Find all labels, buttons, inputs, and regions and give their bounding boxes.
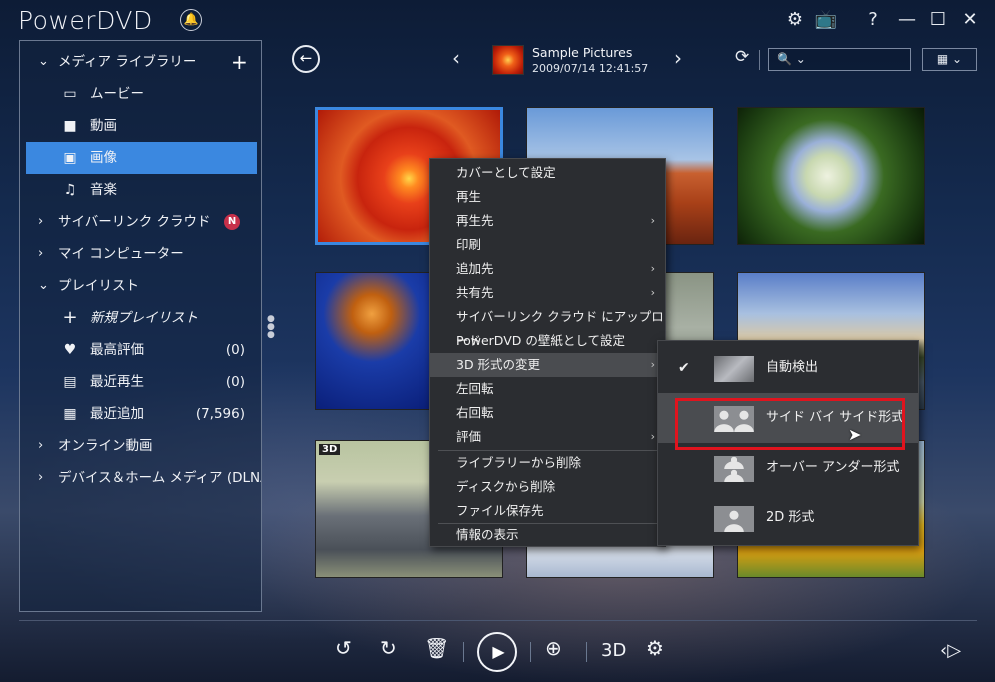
folder-date: 2009/07/14 12:41:57 [532, 62, 649, 75]
menu-item-set-as-cover[interactable]: カバーとして設定 [430, 161, 665, 185]
sidebar-item-recently-added[interactable]: ▦ 最近追加 (7,596) [20, 398, 261, 430]
2d-format-icon [714, 506, 754, 532]
divider [759, 50, 760, 70]
settings-gear-icon[interactable]: ⚙ [783, 8, 807, 32]
search-input[interactable]: 🔍 ⌄ [768, 48, 911, 71]
chevron-right-icon: › [650, 286, 655, 299]
sidebar-section-cyberlink-cloud[interactable]: › サイバーリンク クラウド N [20, 206, 261, 238]
over-under-icon [714, 456, 754, 482]
chevron-right-icon: › [650, 262, 655, 275]
title-bar: PowerDVD 🔔 ⚙ 📺 ? — ☐ ✕ [0, 0, 995, 40]
play-button[interactable]: ▶ [477, 632, 517, 672]
menu-item-add-to[interactable]: 追加先 › [430, 257, 665, 281]
annotation-highlight-box [675, 398, 905, 450]
menu-item-rotate-left[interactable]: 左回転 [430, 377, 665, 401]
back-button[interactable]: ← [292, 45, 320, 73]
minimize-button[interactable]: — [895, 8, 919, 32]
new-badge: N [224, 214, 240, 230]
rotate-right-icon[interactable]: ↻ [380, 636, 397, 660]
recent-add-icon: ▦ [63, 406, 77, 422]
menu-item-set-wallpaper[interactable]: PowerDVD の壁紙として設定 [430, 329, 665, 353]
add-media-button[interactable]: + [231, 50, 248, 74]
sidebar-resize-handle[interactable]: ● ● ● [267, 315, 275, 340]
chevron-right-icon: › [650, 430, 655, 443]
chevron-right-icon: › [38, 438, 44, 453]
menu-item-delete-from-disk[interactable]: ディスクから削除 [430, 475, 665, 499]
mini-player-icon[interactable]: ‹▷ [940, 640, 961, 661]
menu-item-rotate-right[interactable]: 右回転 [430, 401, 665, 425]
menu-item-change-3d-format[interactable]: 3D 形式の変更 › [430, 353, 665, 377]
plus-icon: + [62, 307, 78, 328]
3d-toggle-button[interactable]: 3D [601, 640, 626, 661]
chevron-right-icon: › [650, 358, 655, 371]
film-icon: ▭ [63, 86, 77, 102]
close-button[interactable]: ✕ [958, 8, 982, 32]
menu-item-upload-cloud[interactable]: サイバーリンク クラウド にアップロード [430, 305, 665, 348]
menu-item-rating[interactable]: 評価 › [430, 425, 665, 449]
folder-thumbnail [492, 45, 524, 75]
sidebar-section-online-video[interactable]: › オンライン動画 [20, 430, 261, 462]
sidebar-item-recently-played[interactable]: ▤ 最近再生 (0) [20, 366, 261, 398]
settings-gears-icon[interactable]: ⚙ [646, 636, 664, 660]
submenu-item-2d[interactable]: 2D 形式 [658, 493, 918, 543]
help-icon[interactable]: ? [861, 8, 885, 32]
context-menu: カバーとして設定 再生 再生先 › 印刷 追加先 › 共有先 › サイバーリンク クラ… [429, 158, 666, 547]
refresh-icon[interactable]: ⟳ [735, 47, 749, 67]
menu-item-remove-from-library[interactable]: ライブラリーから削除 [430, 451, 665, 475]
zoom-in-icon[interactable]: ⊕ [545, 636, 562, 660]
trash-icon[interactable]: 🗑 [424, 636, 449, 660]
music-note-icon: ♫ [63, 182, 77, 198]
submenu-item-over-under[interactable]: オーバー アンダー形式 [658, 443, 918, 493]
chevron-right-icon: › [38, 470, 44, 485]
sidebar-item-movie[interactable]: ▭ ムービー [20, 78, 261, 110]
heart-icon: ♥ [63, 342, 77, 358]
folder-title: Sample Pictures [532, 45, 633, 60]
maximize-button[interactable]: ☐ [926, 8, 950, 32]
rotate-left-icon[interactable]: ↺ [335, 636, 352, 660]
notification-bell-icon[interactable]: 🔔 [180, 9, 202, 31]
3d-badge: 3D [319, 444, 341, 455]
sidebar-item-new-playlist[interactable]: + 新規プレイリスト [20, 302, 261, 334]
sidebar-section-media-library[interactable]: ⌄ メディア ライブラリー [20, 46, 261, 78]
menu-item-show-info[interactable]: 情報の表示 [430, 523, 665, 547]
sidebar-section-playlist[interactable]: ⌄ プレイリスト [20, 270, 261, 302]
recent-doc-icon: ▤ [63, 374, 77, 390]
bottom-divider [19, 620, 977, 621]
thumbnail-hydrangeas[interactable] [737, 107, 925, 245]
menu-item-play-to[interactable]: 再生先 › [430, 209, 665, 233]
menu-item-print[interactable]: 印刷 [430, 233, 665, 257]
divider [530, 642, 531, 662]
sidebar-item-image[interactable]: ▣ 画像 [26, 142, 257, 174]
menu-item-play[interactable]: 再生 [430, 185, 665, 209]
sidebar-section-my-computer[interactable]: › マイ コンピューター [20, 238, 261, 270]
sidebar: ⌄ メディア ライブラリー ▭ ムービー ■ 動画 ▣ 画像 ♫ 音楽 › サイ… [19, 40, 262, 612]
app-title: PowerDVD [18, 6, 153, 35]
divider [463, 642, 464, 662]
next-folder-button[interactable]: › [674, 46, 682, 70]
sidebar-item-music[interactable]: ♫ 音楽 [20, 174, 261, 206]
view-mode-button[interactable]: ▦ ⌄ [922, 48, 977, 71]
divider [586, 642, 587, 662]
chevron-down-icon: ⌄ [38, 278, 49, 293]
sidebar-section-devices-home-media[interactable]: › デバイス＆ホーム メディア (DLNA [20, 462, 261, 494]
chevron-right-icon: › [650, 214, 655, 227]
chevron-right-icon: › [38, 246, 44, 261]
chevron-down-icon: ⌄ [38, 54, 49, 69]
mouse-cursor-icon: ➤ [848, 425, 862, 444]
image-icon: ▣ [63, 150, 77, 166]
sidebar-item-video[interactable]: ■ 動画 [20, 110, 261, 142]
menu-item-share-to[interactable]: 共有先 › [430, 281, 665, 305]
auto-detect-icon [714, 356, 754, 382]
menu-item-file-location[interactable]: ファイル保存先 [430, 499, 665, 523]
submenu-item-auto-detect[interactable]: ✔ 自動検出 [658, 343, 918, 393]
check-icon: ✔ [678, 360, 690, 376]
previous-folder-button[interactable]: ‹ [452, 46, 460, 70]
chevron-right-icon: › [38, 214, 44, 229]
tv-mode-icon[interactable]: 📺 [814, 8, 838, 32]
video-camera-icon: ■ [63, 118, 77, 134]
sidebar-item-top-rated[interactable]: ♥ 最高評価 (0) [20, 334, 261, 366]
